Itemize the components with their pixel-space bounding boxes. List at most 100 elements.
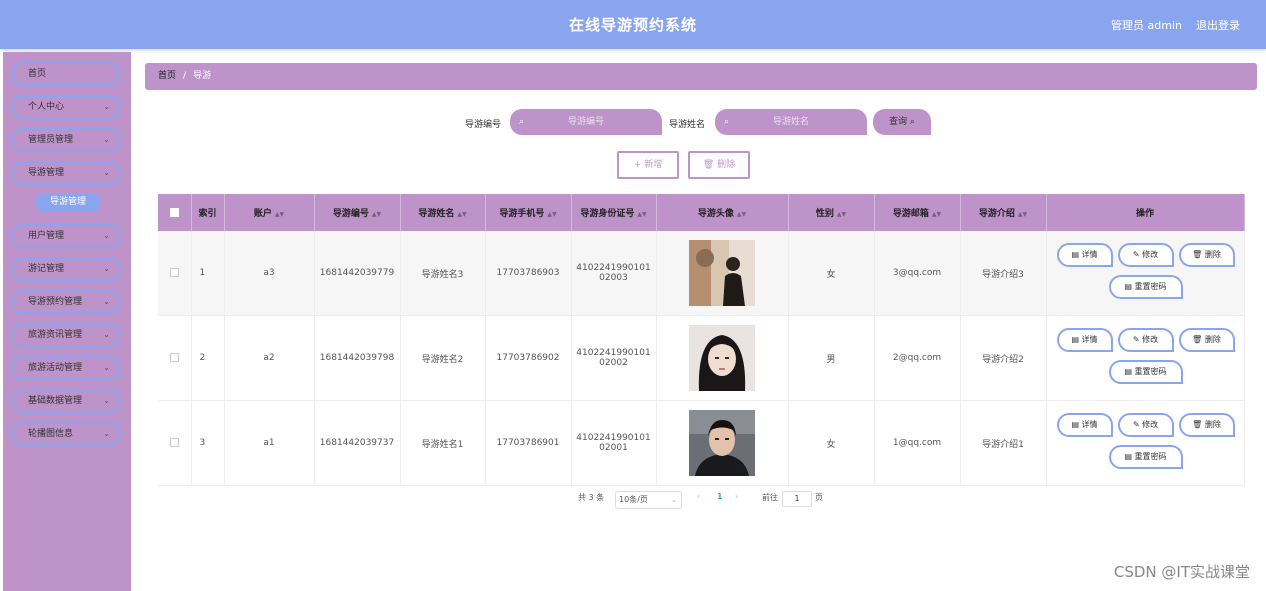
- reset-password-button[interactable]: ▤ 重置密码: [1108, 275, 1183, 299]
- sort-icon[interactable]: ▲▼: [547, 211, 556, 218]
- cell-avatar: [656, 315, 789, 401]
- delete-button[interactable]: 🗑 删除: [1178, 328, 1235, 352]
- sidebar-subitem-guide[interactable]: 导游管理: [36, 194, 100, 211]
- sort-icon[interactable]: ▲▼: [372, 211, 381, 218]
- sort-icon[interactable]: ▲▼: [837, 211, 846, 218]
- document-icon: ▤: [1071, 335, 1079, 344]
- edit-button[interactable]: ✎ 修改: [1117, 413, 1174, 437]
- sidebar-item-carousel[interactable]: 轮播图信息 ⌄: [12, 422, 120, 446]
- sidebar-item-basedata[interactable]: 基础数据管理 ⌄: [12, 389, 120, 413]
- cell-gender: 女: [788, 400, 875, 486]
- col-avatar[interactable]: 导游头像 ▲▼: [656, 194, 789, 231]
- chevron-down-icon: ⌄: [103, 231, 110, 240]
- sort-icon[interactable]: ▲▼: [637, 211, 646, 218]
- page-number-current[interactable]: 1: [717, 492, 723, 501]
- table-header-row: 索引 账户 ▲▼ 导游编号 ▲▼ 导游姓名 ▲▼ 导游手机号 ▲▼ 导游身份证号 ▲▼ 导…: [158, 194, 1245, 231]
- prev-page-button[interactable]: ‹: [697, 492, 700, 501]
- trash-icon: 🗑: [1192, 250, 1203, 259]
- delete-button[interactable]: 🗑 删除: [1178, 243, 1235, 267]
- batch-delete-button[interactable]: 🗑 删除: [688, 151, 750, 179]
- goto-label: 前往: [762, 493, 778, 502]
- row-checkbox[interactable]: [169, 268, 179, 277]
- chevron-down-icon: ⌄: [103, 264, 110, 273]
- cell-phone: 17703786901: [485, 400, 572, 486]
- guide-name-input[interactable]: ⌕ 导游姓名: [715, 109, 867, 135]
- reset-password-button[interactable]: ▤ 重置密码: [1108, 445, 1183, 469]
- sidebar-item-profile[interactable]: 个人中心 ⌄: [12, 95, 120, 119]
- col-email[interactable]: 导游邮箱 ▲▼: [874, 194, 961, 231]
- sidebar-item-travelogue[interactable]: 游记管理 ⌄: [12, 257, 120, 281]
- col-account[interactable]: 账户 ▲▼: [224, 194, 315, 231]
- sort-icon[interactable]: ▲▼: [457, 211, 466, 218]
- table-row: 2 a2 1681442039798 导游姓名2 17703786902 410…: [158, 315, 1245, 401]
- select-all-cell[interactable]: [158, 194, 192, 231]
- col-phone[interactable]: 导游手机号 ▲▼: [485, 194, 572, 231]
- col-gender[interactable]: 性别 ▲▼: [788, 194, 875, 231]
- row-select-cell[interactable]: [158, 400, 192, 486]
- sort-icon[interactable]: ▲▼: [275, 211, 284, 218]
- row-select-cell[interactable]: [158, 231, 192, 316]
- row-checkbox[interactable]: [169, 438, 179, 447]
- document-icon: ▤: [1124, 282, 1132, 291]
- row-select-cell[interactable]: [158, 315, 192, 401]
- trash-icon: 🗑: [1192, 420, 1203, 429]
- add-button[interactable]: + 新增: [617, 151, 679, 179]
- cell-code: 1681442039779: [314, 231, 401, 316]
- trash-icon: 🗑: [702, 160, 715, 170]
- search-icon: ⌕: [519, 117, 525, 127]
- col-idcard[interactable]: 导游身份证号 ▲▼: [571, 194, 657, 231]
- query-button[interactable]: 查询 ⌕: [873, 109, 931, 135]
- col-code[interactable]: 导游编号 ▲▼: [314, 194, 401, 231]
- cell-account: a1: [224, 400, 315, 486]
- col-name[interactable]: 导游姓名 ▲▼: [400, 194, 486, 231]
- page-size-select[interactable]: 10条/页 ⌄: [615, 491, 682, 509]
- reset-password-button[interactable]: ▤ 重置密码: [1108, 360, 1183, 384]
- detail-button[interactable]: ▤ 详情: [1056, 413, 1113, 437]
- chevron-down-icon: ⌄: [103, 168, 110, 177]
- sidebar-item-news[interactable]: 旅游资讯管理 ⌄: [12, 323, 120, 347]
- pencil-icon: ✎: [1132, 420, 1140, 429]
- cell-idcard: 4102241990101 02003: [571, 231, 657, 316]
- sort-icon[interactable]: ▲▼: [932, 211, 941, 218]
- logout-link[interactable]: 退出登录: [1196, 17, 1240, 33]
- col-intro[interactable]: 导游介绍 ▲▼: [960, 194, 1047, 231]
- col-index: 索引: [191, 194, 225, 231]
- cell-name: 导游姓名3: [400, 231, 486, 316]
- sidebar-item-guide[interactable]: 导游管理 ⌄: [12, 161, 120, 185]
- chevron-down-icon: ⌄: [103, 396, 110, 405]
- document-icon: ▤: [1071, 250, 1079, 259]
- pencil-icon: ✎: [1132, 250, 1140, 259]
- select-all-checkbox[interactable]: [169, 207, 179, 217]
- sidebar-item-admin[interactable]: 管理员管理 ⌄: [12, 128, 120, 152]
- goto-page-input[interactable]: 1: [782, 491, 812, 507]
- delete-button[interactable]: 🗑 删除: [1178, 413, 1235, 437]
- cell-ops: ▤ 详情 ✎ 修改 🗑 删除 ▤ 重置密码: [1046, 315, 1245, 401]
- guide-code-input[interactable]: ⌕ 导游编号: [510, 109, 662, 135]
- sidebar-item-activity[interactable]: 旅游活动管理 ⌄: [12, 356, 120, 380]
- cell-email: 2@qq.com: [874, 315, 961, 401]
- watermark: CSDN @IT实战课堂: [1113, 563, 1250, 581]
- row-checkbox[interactable]: [169, 353, 179, 362]
- document-icon: ▤: [1124, 452, 1132, 461]
- system-title: 在线导游预约系统: [568, 16, 697, 34]
- cell-idcard: 4102241990101 02001: [571, 400, 657, 486]
- cell-code: 1681442039798: [314, 315, 401, 401]
- sort-icon[interactable]: ▲▼: [1018, 211, 1027, 218]
- chevron-down-icon: ⌄: [103, 102, 110, 111]
- sidebar-item-home[interactable]: 首页: [12, 62, 120, 86]
- breadcrumb-home[interactable]: 首页: [158, 71, 176, 81]
- avatar-image: [689, 240, 755, 306]
- next-page-button[interactable]: ›: [735, 492, 738, 501]
- cell-name: 导游姓名1: [400, 400, 486, 486]
- edit-button[interactable]: ✎ 修改: [1117, 328, 1174, 352]
- sidebar-item-users[interactable]: 用户管理 ⌄: [12, 224, 120, 248]
- chevron-down-icon: ⌄: [103, 135, 110, 144]
- cell-account: a2: [224, 315, 315, 401]
- cell-idcard: 4102241990101 02002: [571, 315, 657, 401]
- detail-button[interactable]: ▤ 详情: [1056, 328, 1113, 352]
- edit-button[interactable]: ✎ 修改: [1117, 243, 1174, 267]
- sidebar-item-booking[interactable]: 导游预约管理 ⌄: [12, 290, 120, 314]
- detail-button[interactable]: ▤ 详情: [1056, 243, 1113, 267]
- sort-icon[interactable]: ▲▼: [737, 211, 746, 218]
- search-icon: ⌕: [724, 117, 730, 127]
